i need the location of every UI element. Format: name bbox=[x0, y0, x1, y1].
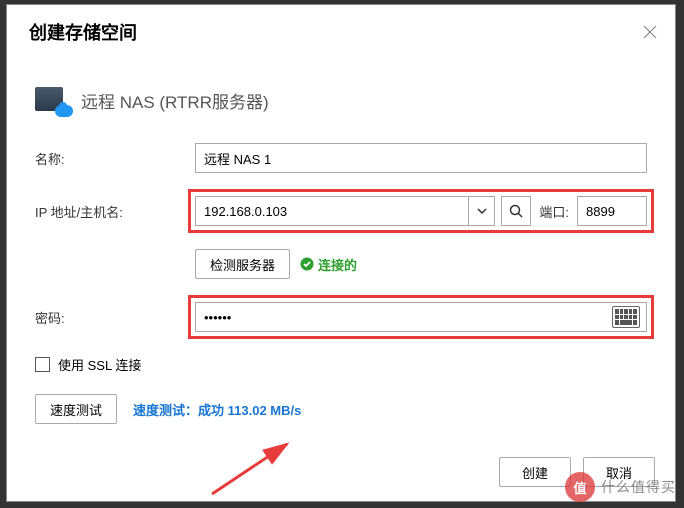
row-ip: IP 地址/主机名: 端口: bbox=[35, 189, 647, 233]
name-label: 名称: bbox=[35, 149, 195, 168]
password-input[interactable] bbox=[196, 303, 612, 331]
keyboard-icon[interactable] bbox=[612, 306, 640, 328]
password-label: 密码: bbox=[35, 308, 195, 327]
row-speedtest: 速度测试 速度测试：成功 113.02 MB/s bbox=[35, 394, 647, 424]
ip-combo bbox=[195, 196, 495, 226]
create-storage-dialog: 创建存储空间 远程 NAS (RTRR服务器) 名称: IP 地址/主机名: bbox=[6, 4, 676, 502]
ip-row-highlight: 端口: bbox=[188, 189, 654, 233]
port-input[interactable] bbox=[577, 196, 647, 226]
annotation-arrow-icon bbox=[202, 439, 312, 499]
password-highlight bbox=[188, 295, 654, 339]
port-label: 端口: bbox=[537, 202, 571, 221]
ip-input[interactable] bbox=[196, 197, 468, 225]
row-name: 名称: bbox=[35, 143, 647, 173]
dialog-header: 创建存储空间 bbox=[7, 5, 675, 55]
speed-test-button[interactable]: 速度测试 bbox=[35, 394, 117, 424]
section-title: 远程 NAS (RTRR服务器) bbox=[81, 88, 269, 113]
search-button[interactable] bbox=[501, 196, 531, 226]
connection-status: 连接的 bbox=[300, 255, 357, 274]
status-text: 连接的 bbox=[318, 255, 357, 274]
detect-server-button[interactable]: 检测服务器 bbox=[195, 249, 290, 279]
cancel-button[interactable]: 取消 bbox=[583, 457, 655, 487]
name-input[interactable] bbox=[195, 143, 647, 173]
row-detect: 检测服务器 连接的 bbox=[195, 249, 647, 279]
ssl-label: 使用 SSL 连接 bbox=[58, 355, 141, 374]
ssl-checkbox[interactable] bbox=[35, 357, 50, 372]
dialog-content: 远程 NAS (RTRR服务器) 名称: IP 地址/主机名: bbox=[7, 55, 675, 424]
nas-icon bbox=[35, 85, 71, 115]
ip-label: IP 地址/主机名: bbox=[35, 202, 195, 221]
check-circle-icon bbox=[300, 257, 314, 271]
dialog-title: 创建存储空间 bbox=[29, 19, 137, 45]
section-header: 远程 NAS (RTRR服务器) bbox=[35, 85, 647, 115]
chevron-down-icon[interactable] bbox=[468, 197, 494, 225]
dialog-footer: 创建 取消 bbox=[499, 457, 655, 487]
search-icon bbox=[509, 204, 523, 218]
close-icon[interactable] bbox=[643, 25, 657, 39]
row-ssl: 使用 SSL 连接 bbox=[35, 355, 647, 374]
create-button[interactable]: 创建 bbox=[499, 457, 571, 487]
row-password: 密码: bbox=[35, 295, 647, 339]
speed-test-result: 速度测试：成功 113.02 MB/s bbox=[133, 400, 301, 419]
